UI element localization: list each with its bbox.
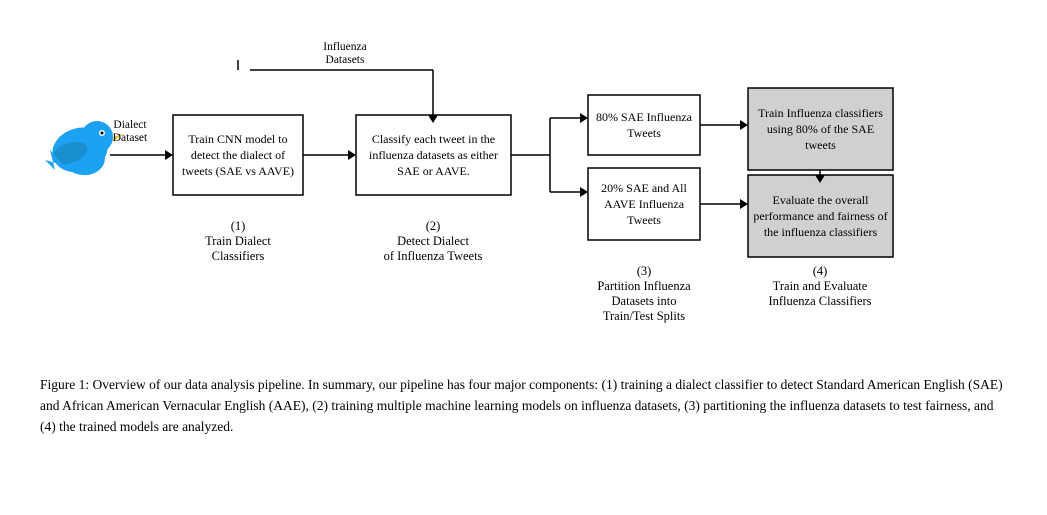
figure-caption: Figure 1: Overview of our data analysis …	[30, 375, 1017, 438]
svg-text:Detect Dialect: Detect Dialect	[397, 234, 469, 248]
caption-text: Figure 1: Overview of our data analysis …	[40, 377, 1003, 434]
svg-text:(4): (4)	[813, 264, 828, 278]
svg-text:Train and Evaluate: Train and Evaluate	[773, 279, 868, 293]
diagram-container: Dialect Dataset Train CNN model to detec…	[30, 20, 1017, 365]
svg-text:Influenza Classifiers: Influenza Classifiers	[768, 294, 871, 308]
svg-text:Dialect: Dialect	[113, 119, 147, 131]
svg-text:Dataset: Dataset	[113, 132, 148, 144]
svg-text:Datasets into: Datasets into	[612, 294, 677, 308]
svg-text:(1): (1)	[231, 219, 246, 233]
svg-text:Classifiers: Classifiers	[212, 249, 265, 263]
svg-text:Partition Influenza: Partition Influenza	[597, 279, 691, 293]
svg-text:Train/Test Splits: Train/Test Splits	[603, 309, 685, 323]
svg-text:Train Dialect: Train Dialect	[205, 234, 271, 248]
svg-text:of Influenza Tweets: of Influenza Tweets	[384, 249, 483, 263]
svg-text:Datasets: Datasets	[326, 54, 365, 66]
svg-text:Influenza: Influenza	[323, 41, 366, 53]
svg-text:(2): (2)	[426, 219, 441, 233]
svg-text:(3): (3)	[637, 264, 652, 278]
